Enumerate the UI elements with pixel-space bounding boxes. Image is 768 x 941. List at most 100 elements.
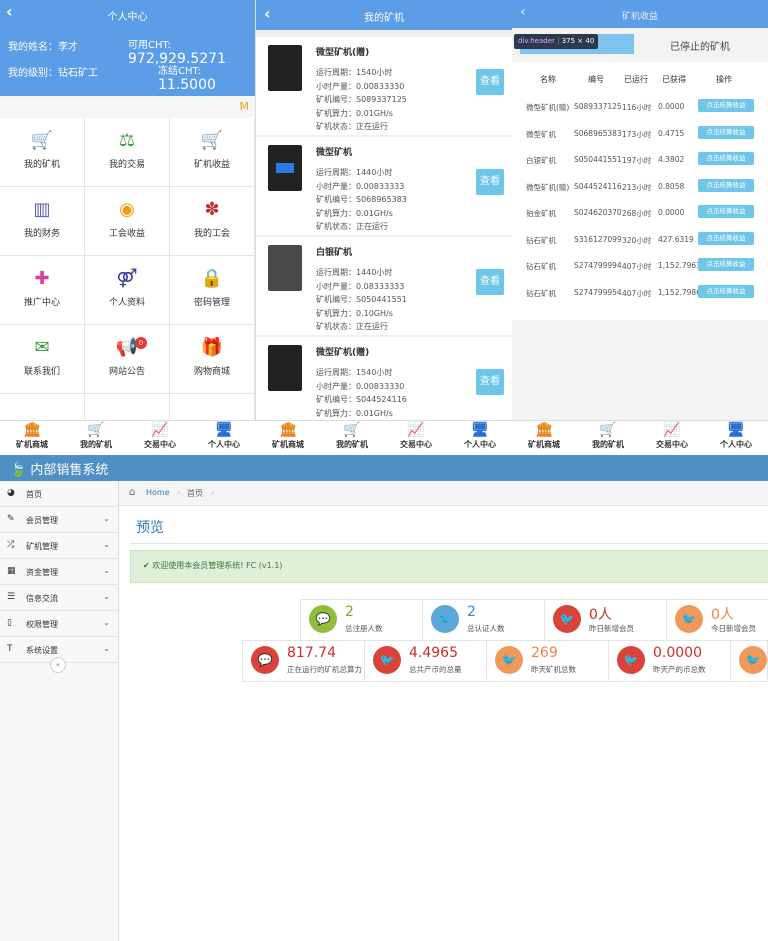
grid-item[interactable]: ✚ 推广中心: [0, 256, 85, 325]
settle-income-button[interactable]: 点击结算收益: [698, 99, 754, 112]
settle-income-button[interactable]: 点击结算收益: [698, 231, 754, 245]
table-row: 白银矿机 S050441551 197小时 4.3802 点击结算收益: [512, 147, 768, 173]
grid-item-label: 个人资料: [108, 298, 145, 308]
settle-income-button[interactable]: 点击结算收益: [698, 284, 754, 298]
view-button[interactable]: 查看: [476, 169, 504, 195]
grid-item[interactable]: ▥ 我的财务: [0, 187, 85, 256]
settle-income-button[interactable]: 点击结算收益: [698, 152, 754, 165]
settle-income-button[interactable]: 点击结算收益: [698, 205, 754, 218]
nav-item[interactable]: 🖥 个人中心: [192, 421, 256, 455]
nav-item[interactable]: 🖥 个人中心: [448, 421, 512, 455]
stat-caption: 正在运行的矿机总算力: [287, 665, 362, 674]
cart-plus-icon: 🛒: [200, 130, 224, 151]
stopped-miners-tab[interactable]: 已停止的矿机: [670, 38, 730, 53]
page-title: 预览: [136, 520, 164, 536]
stat-value: 817.74: [287, 645, 336, 661]
stat-card: 🐦 2 总认证人数: [422, 599, 546, 641]
miner-image: [268, 345, 302, 391]
user-level: 我的级别：钻石矿工: [8, 68, 98, 79]
grid-item[interactable]: 🛒 矿机收益: [170, 118, 255, 187]
settle-income-button[interactable]: 点击结算收益: [698, 178, 754, 192]
sidebar-item[interactable]: ☰ 信息交流 ⌄: [0, 585, 118, 611]
grid-item[interactable]: 🛒 我的矿机: [0, 118, 85, 187]
grid-item[interactable]: ✉ 联系我们: [0, 325, 85, 394]
sidebar-item-label: 会员管理: [26, 516, 58, 525]
nav-item[interactable]: 🛒 我的矿机: [576, 421, 640, 455]
miner-image: [268, 145, 302, 191]
sidebar-item[interactable]: ◕ 首页: [0, 481, 118, 507]
bottom-nav: 🏛 矿机商城 🛒 我的矿机 📈 交易中心 🖥 个人中心: [0, 420, 256, 455]
notice-bar[interactable]: M: [0, 96, 255, 118]
sidebar-item[interactable]: ✎ 会员管理 ⌄: [0, 507, 118, 533]
bank-icon: 🏛: [535, 422, 553, 438]
grid-item[interactable]: 🔒 密码管理: [170, 256, 255, 325]
grid-item[interactable]: ✽ 我的工会: [170, 187, 255, 256]
grid-item-label: 购物商城: [193, 367, 230, 377]
sidebar-item-label: 首页: [26, 490, 42, 499]
cell-name: 微型矿机: [526, 129, 556, 139]
cart-icon: 🛒: [343, 422, 361, 438]
cart-icon: 🛒: [599, 422, 617, 438]
table-row: 铂金矿机 S024620370 268小时 0.0000 点击结算收益: [512, 200, 768, 226]
nav-item[interactable]: 🖥 个人中心: [704, 421, 768, 455]
grid-item[interactable]: [170, 394, 255, 420]
cell-name: 钻石矿机: [526, 288, 556, 298]
view-button[interactable]: 查看: [476, 69, 504, 95]
cell-earned: 427.6319: [658, 234, 694, 244]
grid-item[interactable]: [85, 394, 170, 420]
miner-name: 白银矿机: [316, 248, 353, 258]
bottom-nav: 🏛 矿机商城 🛒 我的矿机 📈 交易中心 🖥 个人中心: [512, 420, 768, 455]
scale-icon: ⚖: [118, 130, 136, 151]
miner-power: 矿机算力：0.10GH/s: [316, 308, 393, 318]
nav-item[interactable]: 🛒 我的矿机: [64, 421, 128, 455]
sidebar-item[interactable]: ▯ 权限管理 ⌄: [0, 611, 118, 637]
miner-card: 微型矿机 运行周期：1440小时 小时产量：0.00833333 矿机编号：S0689…: [256, 137, 512, 235]
miner-serial: 矿机编号：S068965383: [316, 195, 407, 204]
collapse-sidebar-icon[interactable]: «: [50, 657, 66, 673]
nav-item[interactable]: 📈 交易中心: [384, 421, 448, 455]
gender-icon: ⚤: [116, 268, 138, 289]
miner-name: 微型矿机(赠): [316, 48, 370, 58]
nav-item[interactable]: 🏛 矿机商城: [256, 421, 320, 455]
nav-item-label: 矿机商城: [528, 440, 560, 449]
view-button[interactable]: 查看: [476, 269, 504, 295]
user-plus-icon: ✚: [34, 268, 50, 289]
nav-item-label: 个人中心: [720, 440, 752, 449]
grid-item[interactable]: 🎁 购物商城: [170, 325, 255, 394]
miner-cycle: 运行周期：1440小时: [316, 268, 393, 277]
twitter-icon: 🐦: [373, 646, 401, 674]
cell-earned: 0.8058: [658, 181, 685, 191]
devtools-tooltip: div.header | 375 × 40: [514, 34, 599, 49]
miner-image: [268, 45, 302, 91]
sidebar-item[interactable]: ▦ 资金管理 ⌄: [0, 559, 118, 585]
nav-item[interactable]: 🛒 我的矿机: [320, 421, 384, 455]
miner-power: 矿机算力：0.01GH/s: [316, 408, 393, 418]
nav-item[interactable]: 📈 交易中心: [640, 421, 704, 455]
coin-icon: ◉: [119, 199, 135, 220]
table-row: 微型矿机(赠) S089337125 116小时 0.0000 点击结算收益: [512, 94, 768, 120]
grid-item-label: 我的工会: [193, 229, 230, 239]
system-title-text: 内部销售系统: [30, 463, 109, 478]
mining-income-screen: ‹ 矿机收益 div.header | 375 × 40 已停止的矿机 名称 编…: [512, 0, 768, 420]
envelope-icon: ✉: [34, 337, 50, 358]
nav-item[interactable]: 🏛 矿机商城: [512, 421, 576, 455]
grid-item[interactable]: 📢 网站公告 0: [85, 325, 170, 394]
nav-item[interactable]: 🏛 矿机商城: [0, 421, 64, 455]
settle-income-button[interactable]: 点击结算收益: [698, 125, 754, 139]
view-button[interactable]: 查看: [476, 369, 504, 395]
sidebar-item[interactable]: ⤮ 矿机管理 ⌄: [0, 533, 118, 559]
breadcrumb-home[interactable]: Home: [146, 488, 170, 497]
stat-card: 🐦 0人 今日新增会员: [666, 599, 768, 641]
grid-item[interactable]: [0, 394, 85, 420]
frozen-label: 冻结CHT:: [158, 66, 201, 77]
miner-name: 微型矿机(赠): [316, 348, 370, 358]
settle-income-button[interactable]: 点击结算收益: [698, 258, 754, 271]
nav-item[interactable]: 📈 交易中心: [128, 421, 192, 455]
grid-item[interactable]: ◉ 工会收益: [85, 187, 170, 256]
miner-status: 矿机状态：正在运行: [316, 322, 388, 331]
grid-item[interactable]: ⚖ 我的交易: [85, 118, 170, 187]
gift-icon: 🎁: [200, 337, 224, 358]
grid-item[interactable]: ⚤ 个人资料: [85, 256, 170, 325]
miner-hourly: 小时产量：0.08333333: [316, 281, 405, 291]
grid-item-label: 推广中心: [23, 298, 60, 308]
